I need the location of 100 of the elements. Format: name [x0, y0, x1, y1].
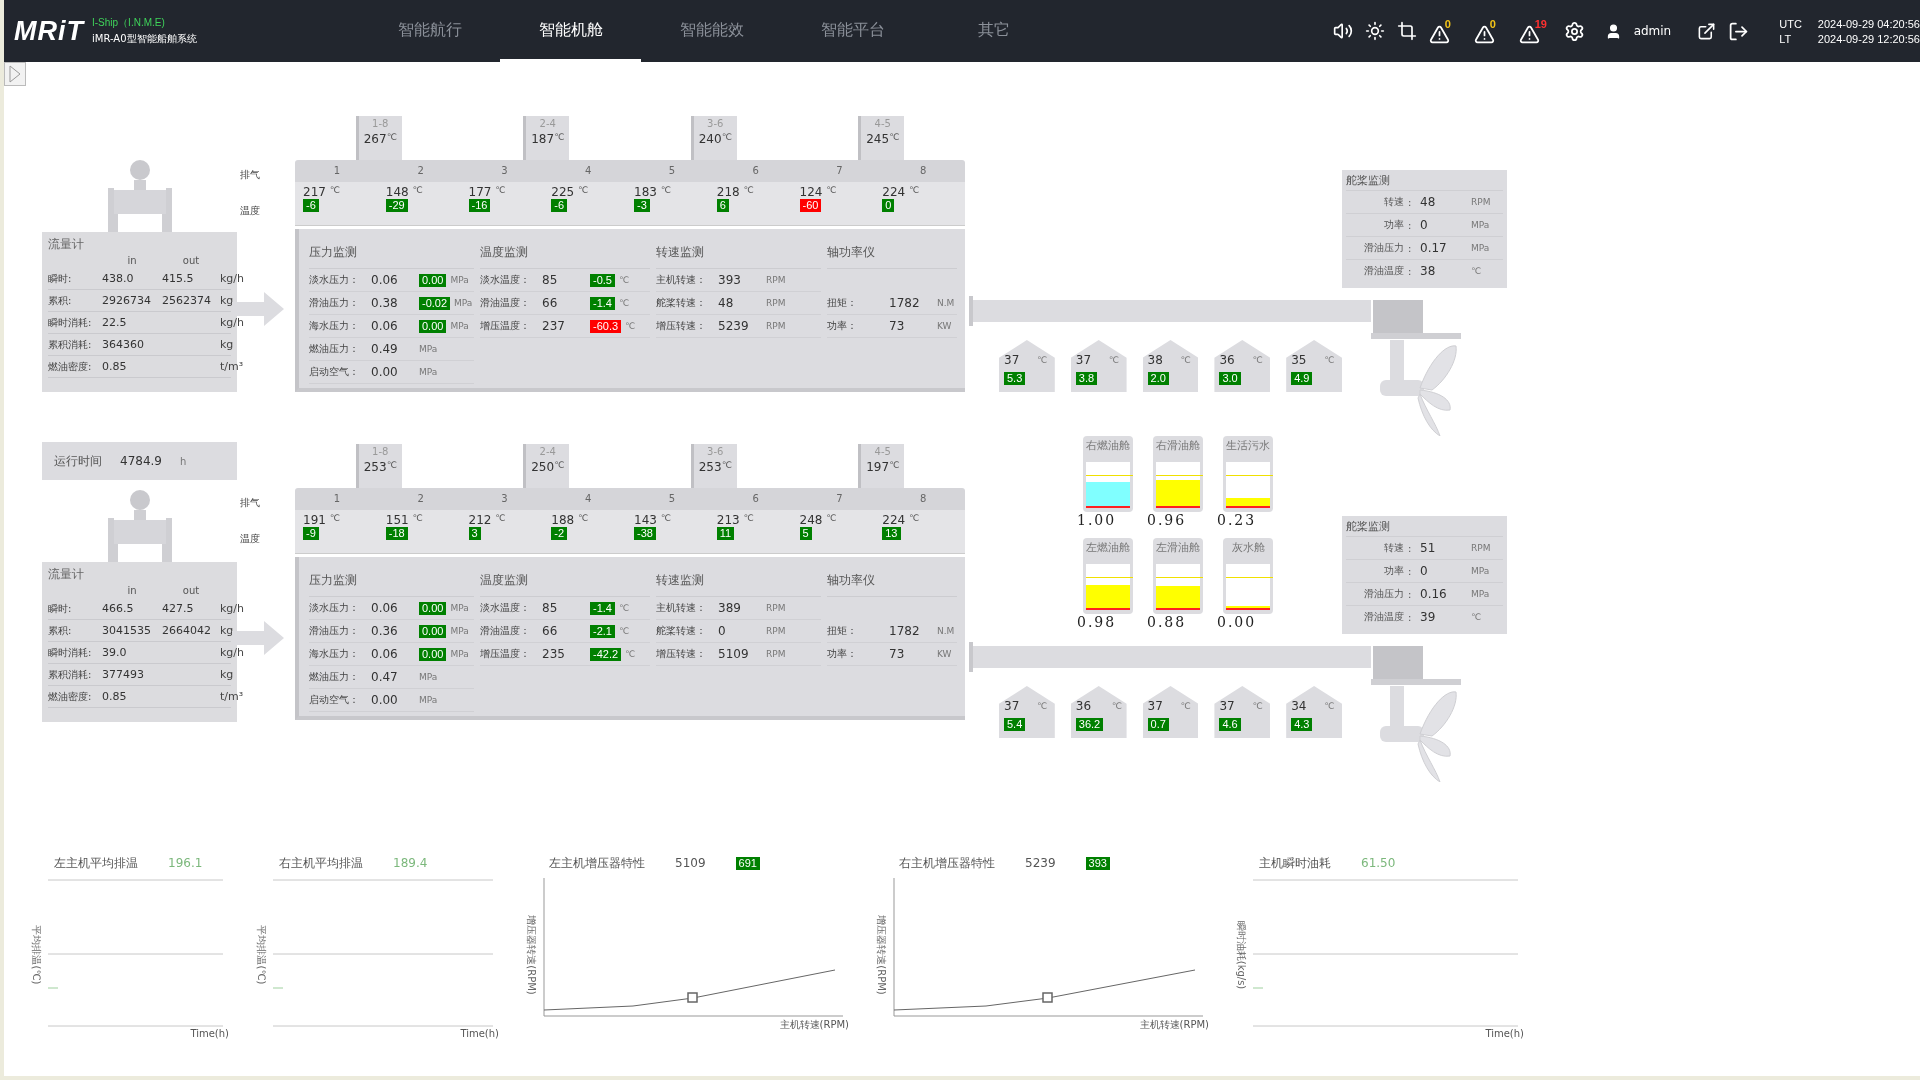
reading-value: 393 — [718, 273, 742, 287]
nav-tab[interactable]: 智能平台 — [782, 0, 923, 62]
separator: : — [1408, 219, 1413, 231]
logout-icon[interactable] — [1728, 20, 1750, 42]
exhaust-temp: 124 ℃ — [799, 185, 837, 199]
reading-label: 滑油温度： — [480, 624, 531, 638]
row-label: 温度 — [240, 532, 261, 546]
flow-label: 累积: — [48, 293, 73, 308]
reading-unit: ℃ — [618, 626, 630, 636]
nav-tab[interactable]: 智能机舱 — [500, 0, 641, 62]
reading-label: 功率： — [827, 319, 858, 333]
exhaust-temp: 191 ℃ — [303, 513, 340, 527]
time-zone: LT — [1779, 32, 1793, 45]
flow-value: 438.0 — [102, 272, 135, 285]
column-header: in — [127, 585, 137, 596]
panel-toggle-icon[interactable] — [4, 62, 26, 86]
deviation-badge: -42.2 — [590, 647, 622, 661]
tank-reading: 0.96 — [1147, 512, 1188, 528]
deviation-badge: -18 — [385, 527, 408, 540]
reading-value: 389 — [718, 601, 742, 615]
tank-name: 灰水舱 — [1231, 540, 1265, 556]
reading-value: 0.47 — [371, 670, 399, 684]
reading-value: 1782 — [889, 296, 921, 310]
bearing-unit: ℃ — [1324, 355, 1336, 365]
turbocharger-label: 3-6 — [707, 446, 724, 457]
exhaust-temp: 183 ℃ — [634, 185, 671, 199]
settings-icon[interactable] — [1563, 20, 1585, 42]
cylinder-number: 5 — [667, 164, 677, 178]
reading-value: 66 — [542, 624, 559, 638]
turbocharger-label: 2-4 — [539, 118, 556, 129]
reading-label: 增压温度： — [480, 319, 531, 333]
runtime-unit: h — [180, 455, 187, 467]
flow-label: 累积消耗: — [48, 667, 93, 682]
reading-unit: ℃ — [625, 321, 636, 331]
chart-title: 右主机增压器特性 — [899, 854, 995, 872]
reading-label: 淡水压力： — [309, 273, 360, 287]
thruster-unit: ℃ — [1471, 612, 1483, 622]
value-badge: 393 — [1085, 856, 1110, 870]
exhaust-temp: 177 ℃ — [468, 185, 506, 199]
thruster-value: 51 — [1420, 541, 1437, 555]
reading-unit: MPa — [450, 626, 469, 636]
reading-value: 0.06 — [371, 601, 399, 615]
deviation-badge: 3 — [468, 527, 481, 540]
reading-value: 73 — [889, 647, 906, 661]
crop-icon[interactable] — [1396, 21, 1417, 41]
reading-value: 0.06 — [371, 647, 399, 661]
deviation-badge: -38 — [634, 527, 656, 540]
reading-value: 1782 — [889, 624, 921, 638]
reading-value: 5109 — [718, 647, 750, 661]
thruster-value: 48 — [1420, 195, 1437, 209]
flow-unit: kg — [220, 294, 234, 307]
flow-unit: t/m³ — [220, 690, 244, 703]
deviation-badge: -1.4 — [590, 601, 615, 615]
alarm-count: 0 — [1489, 17, 1496, 30]
exhaust-temp: 225 ℃ — [551, 185, 589, 199]
chart-value: 189.4 — [393, 856, 428, 870]
flow-value: 364360 — [102, 338, 145, 351]
alarm-count: 19 — [1534, 17, 1547, 30]
deviation-badge: -60.3 — [590, 319, 622, 333]
reading-unit: MPa — [450, 603, 469, 613]
reading-value: 0.06 — [371, 319, 399, 333]
deviation-badge: -9 — [303, 527, 319, 540]
value-badge: 691 — [735, 856, 760, 870]
nav-tab[interactable]: 智能航行 — [359, 0, 500, 62]
flow-value: 2926734 — [102, 294, 152, 307]
flow-value: 466.5 — [102, 602, 135, 615]
section-title: 轴功率仪 — [827, 239, 957, 269]
logo: MRiT — [14, 15, 84, 47]
exhaust-temp: 224 ℃ — [882, 513, 920, 527]
system-name: iMR-A0型智能船舶系统 — [92, 32, 197, 46]
separator: : — [1408, 565, 1413, 577]
separator: : — [1408, 611, 1413, 623]
separator: : — [1408, 588, 1413, 600]
speaker-icon[interactable] — [1332, 21, 1353, 41]
flow-value: 22.5 — [102, 316, 128, 329]
reading-label: 扭矩： — [827, 624, 858, 638]
turbocharger-label: 2-4 — [539, 446, 556, 457]
deviation-badge: 4.6 — [1219, 718, 1241, 731]
nav-tab[interactable]: 智能能效 — [641, 0, 782, 62]
external-link-icon[interactable] — [1697, 21, 1717, 41]
reading-label: 燃油压力： — [309, 670, 360, 684]
section-title: 温度监测 — [480, 239, 650, 269]
sun-icon[interactable] — [1364, 21, 1385, 41]
reading-value: 237 — [542, 319, 566, 333]
deviation-badge: 0.00 — [419, 624, 447, 638]
reading-label: 滑油压力： — [309, 624, 360, 638]
thruster-label: 功率 — [1383, 218, 1405, 232]
reading-unit: RPM — [766, 603, 786, 613]
cylinder-number: 2 — [416, 164, 425, 178]
thruster-unit: RPM — [1471, 543, 1492, 553]
reading-unit: MPa — [450, 275, 469, 285]
cylinder-number: 3 — [500, 492, 509, 506]
thruster-value: 0.16 — [1420, 587, 1448, 601]
exhaust-temp: 148 ℃ — [385, 185, 423, 199]
thruster-label: 转速 — [1383, 541, 1405, 555]
reading-unit: MPa — [450, 321, 469, 331]
deviation-badge: 13 — [882, 527, 901, 540]
nav-tab[interactable]: 其它 — [923, 0, 1064, 62]
cylinder-number: 4 — [583, 492, 593, 506]
reading-unit: MPa — [419, 344, 438, 354]
